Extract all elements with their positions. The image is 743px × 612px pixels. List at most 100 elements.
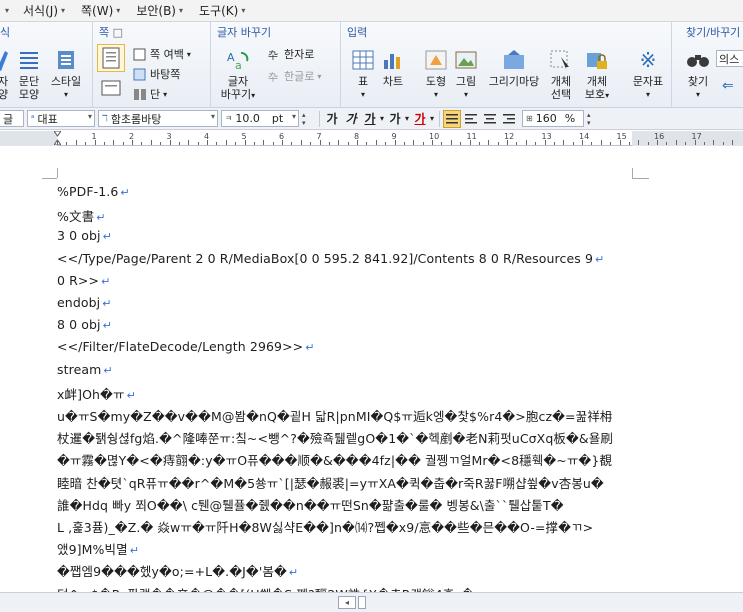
bold-button[interactable]: 가 [323, 110, 341, 128]
underline-button[interactable]: 가 [361, 110, 379, 128]
page-margin-button[interactable]: 쪽 여백 ▾ [131, 46, 191, 62]
group-title: 글자 바꾸기 [217, 26, 272, 39]
chevron-down-icon[interactable]: ▾ [405, 114, 409, 123]
char-shape-button[interactable]: 자 양 [0, 48, 12, 101]
find-input[interactable]: 의스 [716, 50, 743, 67]
chevron-down-icon[interactable]: ▾ [430, 114, 434, 123]
crop-mark-h-left [42, 178, 57, 179]
align-justify-icon[interactable] [443, 109, 462, 128]
menu-bar: ▾ 서식(J) ▾ 쪽(W) ▾ 보안(B) ▾ 도구(K) ▾ [0, 0, 743, 22]
picture-button[interactable]: 그림 ▾ [451, 48, 481, 101]
line-text: <</Filter/FlateDecode/Length 2969>> [57, 339, 304, 355]
chevron-down-icon: ▾ [291, 112, 296, 121]
line-text: 睦暗 찬�텻`qR퓨ㅠ��r^�M�5쑝ㅠ`[|瑟�赧裘|=yㅠXA�퀵�춥�r… [57, 475, 604, 491]
picture-icon [453, 48, 479, 72]
drawing-market-button[interactable]: 그리기마당 [486, 48, 542, 88]
language-icon: ᵃ [31, 113, 35, 124]
align-left-icon[interactable] [462, 110, 480, 128]
background-page-button[interactable]: 바탕쪽 [131, 66, 180, 82]
group-expand-icon[interactable]: □ [113, 26, 123, 39]
chevron-down-icon[interactable]: ▾ [380, 114, 384, 123]
ruler-number: 11 [466, 132, 477, 141]
object-protect-button[interactable]: 개체 보호▾ [580, 48, 614, 102]
menu-format[interactable]: 서식(J) ▾ [19, 0, 69, 22]
zoom-combo[interactable]: ⊞ 160% [522, 110, 585, 127]
crop-mark-h-right [632, 178, 649, 179]
italic-button[interactable]: 가 [342, 110, 360, 128]
document-line: u�ㅠS�my�Z��v��M@봠�nQ�굍H 닯R|pnMI�Q$ㅠ逅k엥�찿… [57, 406, 612, 425]
ruler-tick [253, 142, 255, 145]
ruler-tick [328, 142, 330, 145]
ruler-number: 12 [504, 132, 515, 141]
document-line: 杖暹�퇡쉉셚fg焰.�^隆唪쭌ㅠ:칰~<뺑^?�殮죡퉲렡gO�1�`�헥剷�老N… [57, 428, 613, 447]
zoom-spinner[interactable]: ▴ ▾ [587, 111, 597, 127]
para-shape-button[interactable]: 문단 모양 [14, 48, 44, 101]
font-size-spinner[interactable]: ▴ ▾ [302, 111, 312, 127]
document-area[interactable]: %PDF-1.6 ↵ %文書 ↵ 3 0 obj ↵ <</Type/Page/Parent… [0, 146, 743, 592]
menu-dropdown-prev[interactable]: ▾ [0, 0, 13, 22]
chart-button[interactable]: 차트 [379, 48, 407, 88]
page-layout-button[interactable] [97, 44, 125, 100]
document-line: x衅]Oh�ㅠ ↵ [57, 384, 136, 403]
line-text: 0 R>> [57, 272, 100, 288]
paragraph-mark-icon: ↵ [305, 341, 315, 355]
page-alt-icon [97, 79, 125, 97]
ruler-tick [591, 142, 593, 145]
style-combo[interactable]: 글 [0, 110, 24, 127]
symbol-button[interactable]: ※ 문자표 ▾ [628, 48, 668, 101]
chevron-down-icon: ▾ [163, 89, 168, 99]
horizontal-scrollbar[interactable]: ◂ [0, 592, 743, 612]
ruler-tick [366, 142, 368, 145]
ruler-tick [141, 142, 143, 145]
ruler-tick [375, 140, 377, 145]
ruler-tick [216, 142, 218, 145]
ruler-tick [544, 140, 546, 145]
find-button[interactable]: 찾기 ▾ [684, 48, 712, 101]
paragraph-mark-icon: ↵ [595, 252, 605, 266]
menu-page[interactable]: 쪽(W) ▾ [77, 0, 124, 22]
object-select-button[interactable]: 개체 선택 [546, 48, 576, 101]
align-right-icon[interactable] [500, 110, 518, 128]
line-text: 8 0 obj [57, 317, 101, 333]
table-button[interactable]: 표 ▾ [351, 48, 375, 101]
arrow-left-icon[interactable]: ⇐ [722, 78, 734, 94]
chevron-down-icon: ▾ [645, 90, 650, 99]
ruler-number: 13 [541, 132, 552, 141]
document-line: stream ↵ [57, 362, 113, 377]
ruler-tick [441, 142, 443, 145]
menu-security[interactable]: 보안(B) ▾ [132, 0, 187, 22]
ruler-tick [403, 142, 405, 145]
char-change-button[interactable]: Aa 글자 바꾸기▾ [217, 48, 259, 102]
columns-button[interactable]: 단 ▾ [131, 86, 167, 102]
ruler-tick [282, 140, 283, 145]
document-line: 턴^ㅠ$�Ry퐊램��辛�@��[(H쒤�S.쩬?醧2W祩{X�쵸R갰鎓4후c�… [57, 584, 486, 592]
hanja-button[interactable]: 卆 한자로 [265, 46, 314, 62]
ruler-tick [469, 140, 471, 145]
hanja-icon: 卆 [268, 50, 278, 62]
ruler-tick [722, 142, 724, 145]
ruler-tick [732, 140, 733, 145]
shape-button[interactable]: 도형 ▾ [421, 48, 451, 101]
ruler-tick [610, 142, 612, 145]
menu-tools[interactable]: 도구(K) ▾ [195, 0, 249, 22]
ruler-tick [272, 142, 274, 145]
columns-icon [131, 87, 147, 101]
style-button[interactable]: 스타일 ▾ [46, 48, 86, 101]
ruler-tick [385, 142, 387, 145]
font-combo[interactable]: ℸ 함초롬바탕 ▾ [98, 110, 218, 127]
style-icon [53, 48, 79, 72]
horizontal-ruler[interactable]: 1 2 3 4 5 6 7 8 9 10 11 12 13 14 15 16 17 [0, 130, 743, 146]
align-center-icon[interactable] [481, 110, 499, 128]
strike-button[interactable]: 가 [386, 110, 404, 128]
hangul-icon: 卆 [268, 72, 278, 84]
line-text: 誰�Hdq 빠y 쬐O��\ c퉨@퉬퓰�쥀��n��ㅠ떤Sn�퍎출�룰� 벵봉… [57, 497, 564, 513]
scroll-left-button[interactable]: ◂ [338, 596, 356, 609]
language-combo[interactable]: ᵃ 대표 ▾ [27, 110, 95, 127]
scroll-thumb[interactable] [358, 596, 366, 609]
ruler-tick [310, 142, 312, 145]
ribbon-group-find: 찾기/바꾸기 찾기 ▾ 의스 ⇐ [672, 22, 743, 108]
paragraph-mark-icon: ↵ [129, 544, 140, 558]
font-size-combo[interactable]: ㅋ 10.0 pt ▾ [221, 110, 299, 127]
document-line: <</Type/Page/Parent 2 0 R/MediaBox[0 0 5… [57, 251, 604, 266]
font-color-button[interactable]: 가 [411, 110, 429, 128]
